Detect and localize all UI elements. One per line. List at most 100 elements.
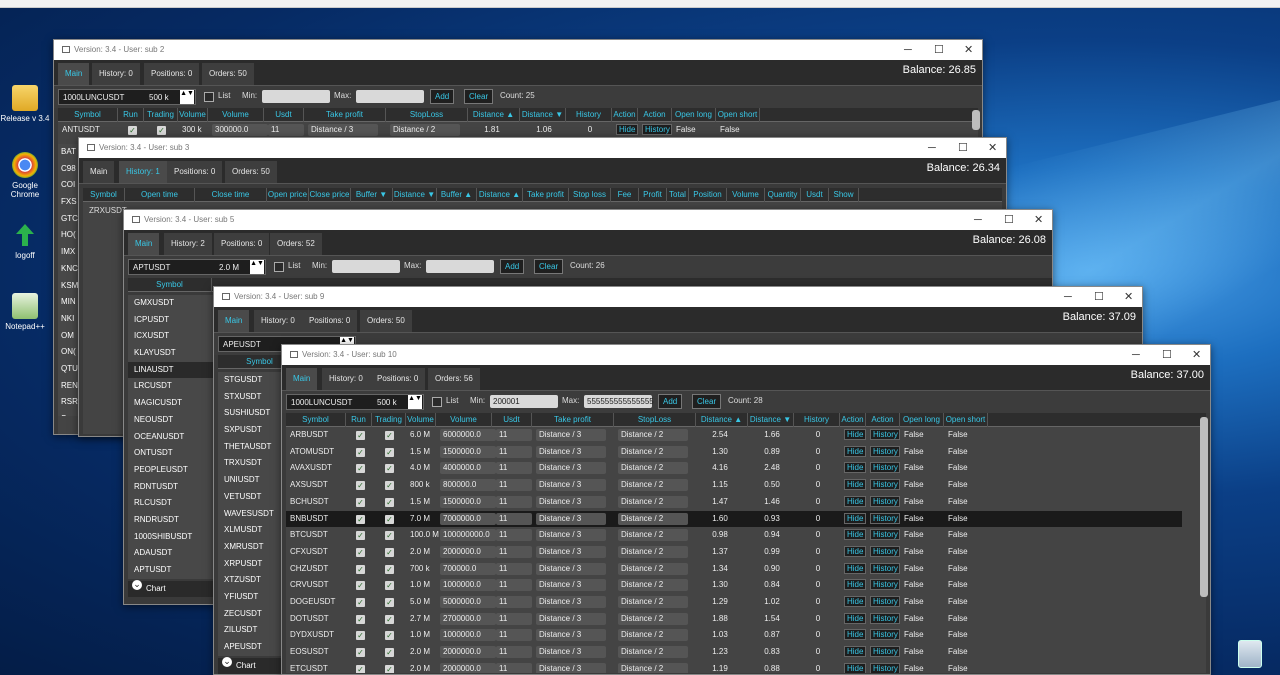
volume-input[interactable]: 2000000.0 bbox=[440, 662, 496, 673]
history-button[interactable]: History bbox=[870, 545, 900, 557]
take-profit-select[interactable]: Distance / 3 bbox=[536, 495, 606, 508]
close-button[interactable]: ✕ bbox=[964, 40, 973, 60]
take-profit-select[interactable]: Distance / 3 bbox=[536, 529, 606, 542]
list-item[interactable]: MIN bbox=[58, 294, 80, 311]
trading-checkbox[interactable]: ✓ bbox=[385, 614, 394, 624]
list-item[interactable]: IMX bbox=[58, 244, 80, 261]
take-profit-select[interactable]: Distance / 3 bbox=[536, 545, 606, 558]
table-row[interactable]: EOSUSDT ✓ ✓ 2.0 M 2000000.0 11 Distance / 3 Dis… bbox=[286, 644, 1182, 660]
table-row[interactable]: ETCUSDT ✓ ✓ 2.0 M 2000000.0 11 Distance / 3 Dis… bbox=[286, 661, 1182, 673]
maximize-button[interactable]: ☐ bbox=[958, 138, 968, 158]
history-button[interactable]: History bbox=[870, 662, 900, 673]
window-title-bar[interactable]: Version: 3.4 - User: sub 5 ─ ☐ ✕ bbox=[124, 210, 1052, 230]
run-checkbox[interactable]: ✓ bbox=[356, 497, 365, 507]
history-button[interactable]: History bbox=[870, 646, 900, 658]
window-title-bar[interactable]: Version: 3.4 - User: sub 3 ─ ☐ ✕ bbox=[79, 138, 1006, 158]
column-header[interactable]: Distance ▼ bbox=[748, 413, 794, 427]
stoploss-select[interactable]: Distance / 2 bbox=[618, 512, 688, 525]
hide-button[interactable]: Hide bbox=[844, 545, 866, 557]
usdt-input[interactable]: 11 bbox=[496, 479, 532, 492]
table-row[interactable]: ANTUSDT ✓ ✓ 300 k 300000.0 11 Distance / 3 Dist… bbox=[58, 122, 954, 138]
column-header[interactable]: Open long bbox=[900, 413, 944, 427]
tab-orders[interactable]: Orders: 50 bbox=[225, 161, 277, 183]
trading-checkbox[interactable]: ✓ bbox=[385, 598, 394, 607]
volume-input[interactable]: 1000000.0 bbox=[440, 579, 496, 592]
column-header[interactable]: Open price bbox=[267, 188, 309, 202]
stoploss-select[interactable]: Distance / 2 bbox=[618, 646, 688, 659]
list-item[interactable]: HO( bbox=[58, 227, 80, 244]
column-header[interactable]: Usdt bbox=[264, 108, 304, 122]
volume-input[interactable]: 1500000.0 bbox=[440, 495, 496, 508]
history-button[interactable]: History bbox=[870, 596, 900, 607]
tab-history[interactable]: History: 0 bbox=[92, 63, 140, 85]
minimize-button[interactable]: ─ bbox=[928, 138, 936, 158]
history-row-symbol[interactable]: ZRXUSDT bbox=[89, 206, 127, 215]
column-header[interactable]: Buffer ▲ bbox=[437, 188, 477, 202]
column-header[interactable]: Trading bbox=[372, 413, 406, 427]
table-row[interactable]: AXSUSDT ✓ ✓ 800 k 800000.0 11 Distance / 3 Dist… bbox=[286, 477, 1182, 493]
list-item[interactable]: PEOPLEUSDT bbox=[128, 462, 214, 479]
take-profit-select[interactable]: Distance / 3 bbox=[536, 646, 606, 659]
history-button[interactable]: History bbox=[870, 495, 900, 507]
list-item[interactable]: RSR bbox=[58, 394, 80, 411]
trading-checkbox[interactable]: ✓ bbox=[385, 564, 394, 574]
recycle-bin-icon[interactable] bbox=[1238, 640, 1262, 668]
tab-history[interactable]: History: 0 bbox=[322, 368, 370, 390]
usdt-input[interactable]: 11 bbox=[268, 124, 304, 136]
table-row[interactable]: BNBUSDT ✓ ✓ 7.0 M 7000000.0 11 Distance / 3 Dis… bbox=[286, 510, 1182, 527]
column-header-symbol[interactable]: Symbol bbox=[128, 278, 212, 292]
tab-history[interactable]: History: 0 bbox=[254, 310, 302, 332]
column-header[interactable]: Volume bbox=[436, 413, 492, 427]
usdt-input[interactable]: 11 bbox=[496, 462, 532, 475]
run-checkbox[interactable]: ✓ bbox=[356, 464, 365, 474]
take-profit-select[interactable]: Distance / 3 bbox=[536, 462, 606, 475]
hide-button[interactable]: Hide bbox=[844, 429, 866, 440]
close-button[interactable]: ✕ bbox=[1192, 345, 1201, 365]
take-profit-select[interactable]: Distance / 3 bbox=[536, 612, 606, 625]
list-item[interactable]: NKI bbox=[58, 311, 80, 328]
list-item[interactable]: NEOUSDT bbox=[128, 412, 214, 429]
list-item[interactable]: RLCUSDT bbox=[128, 495, 214, 512]
column-header[interactable]: Symbol bbox=[286, 413, 346, 427]
table-row[interactable]: BCHUSDT ✓ ✓ 1.5 M 1500000.0 11 Distance / 3 Dis… bbox=[286, 494, 1182, 510]
trading-checkbox[interactable]: ✓ bbox=[385, 664, 394, 673]
column-header[interactable]: Volume bbox=[178, 108, 208, 122]
usdt-input[interactable]: 11 bbox=[496, 629, 532, 642]
volume-input[interactable]: 4000000.0 bbox=[440, 462, 496, 475]
history-button[interactable]: History bbox=[870, 512, 900, 524]
tab-positions[interactable]: Positions: 0 bbox=[302, 310, 358, 332]
close-button[interactable]: ✕ bbox=[988, 138, 997, 158]
hide-button[interactable]: Hide bbox=[844, 462, 866, 474]
maximize-button[interactable]: ☐ bbox=[1004, 210, 1014, 230]
column-header[interactable]: Run bbox=[118, 108, 144, 122]
stoploss-select[interactable]: Distance / 2 bbox=[618, 529, 688, 542]
min-input[interactable] bbox=[262, 90, 330, 103]
history-button[interactable]: History bbox=[870, 429, 900, 440]
desktop-notepad-shortcut[interactable]: Notepad++ bbox=[0, 293, 50, 331]
stoploss-select[interactable]: Distance / 2 bbox=[618, 429, 688, 441]
list-item[interactable]: LRCUSDT bbox=[128, 378, 214, 395]
list-item[interactable]: ICPUSDT bbox=[128, 312, 214, 329]
column-header[interactable]: Volume bbox=[727, 188, 765, 202]
list-item[interactable]: 1000SHIBUSDT bbox=[128, 529, 214, 546]
stoploss-select[interactable]: Distance / 2 bbox=[618, 662, 688, 673]
window-title-bar[interactable]: Version: 3.4 - User: sub 9 ─ ☐ ✕ bbox=[214, 287, 1142, 307]
usdt-input[interactable]: 11 bbox=[496, 512, 532, 525]
list-item[interactable]: FXS bbox=[58, 194, 80, 211]
run-checkbox[interactable]: ✓ bbox=[128, 126, 137, 135]
tab-orders[interactable]: Orders: 50 bbox=[202, 63, 254, 85]
max-input[interactable]: 555555555555555 bbox=[584, 395, 654, 408]
volume-input[interactable]: 1000000.0 bbox=[440, 629, 496, 642]
column-header[interactable]: Open short bbox=[944, 413, 988, 427]
list-item[interactable]: GTC bbox=[58, 211, 80, 228]
maximize-button[interactable]: ☐ bbox=[1094, 287, 1104, 307]
list-item[interactable]: ONTUSDT bbox=[128, 445, 214, 462]
list-item[interactable]: GMXUSDT bbox=[128, 295, 214, 312]
trading-checkbox[interactable]: ✓ bbox=[385, 447, 394, 457]
history-button[interactable]: History bbox=[870, 479, 900, 491]
history-button[interactable]: History bbox=[870, 612, 900, 624]
take-profit-select[interactable]: Distance / 3 bbox=[536, 562, 606, 575]
column-header[interactable]: Position bbox=[689, 188, 727, 202]
maximize-button[interactable]: ☐ bbox=[1162, 345, 1172, 365]
window-title-bar[interactable]: Version: 3.4 - User: sub 2 ─ ☐ ✕ bbox=[54, 40, 982, 60]
